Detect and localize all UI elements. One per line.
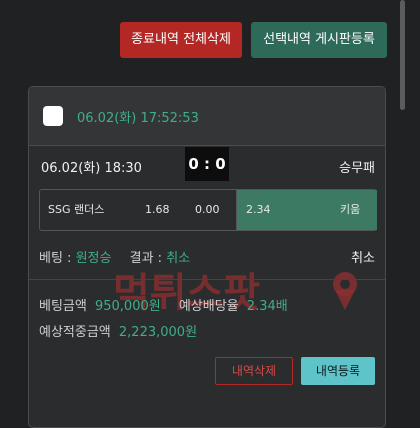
delete-all-finished-button[interactable]: 종료내역 전체삭제 [120,22,242,58]
draw-odds: 0.00 [195,203,220,216]
expected-odds-label: 예상배당율 [178,299,239,314]
bet-value: 원정승 [75,251,112,266]
post-selected-button[interactable]: 선택내역 게시판등록 [251,22,387,58]
status-label: 취소 [351,251,375,266]
bet-label: 베팅 : [39,251,72,266]
register-entry-button[interactable]: 내역등록 [301,357,375,385]
expected-odds-value: 2.34배 [246,299,288,314]
select-checkbox[interactable] [43,106,63,126]
card-header: 06.02(화) 17:52:53 [29,87,385,146]
away-odds: 2.34 [246,203,271,216]
divider [29,279,385,280]
score-box: 0 : 0 [185,147,229,181]
home-odds: 1.68 [145,203,170,216]
expected-win-label: 예상적중금액 [39,325,111,340]
odds-row: SSG 랜더스 1.68 0.00 2.34 키움 [39,189,377,231]
stake-label: 베팅금액 [39,299,87,314]
home-team: SSG 랜더스 [48,203,105,216]
bet-history-card: 06.02(화) 17:52:53 06.02(화) 18:30 0 : 0 승… [28,86,386,428]
expected-win-line: 예상적중금액 2,223,000원 [39,321,197,340]
bet-timestamp: 06.02(화) 17:52:53 [77,111,199,126]
bet-type-label: 승무패 [339,161,375,176]
bet-info-line: 베팅 : 원정승 결과 : 취소 [39,247,190,266]
match-datetime: 06.02(화) 18:30 [41,161,142,176]
expected-win-value: 2,223,000원 [118,325,198,340]
result-value: 취소 [166,251,191,266]
stake-value: 950,000원 [94,299,161,314]
away-team: 키움 [340,203,361,216]
result-label: 결과 : [129,251,163,266]
delete-entry-button[interactable]: 내역삭제 [215,357,293,385]
stake-line: 베팅금액 950,000원 예상배당율 2.34배 [39,295,288,314]
scrollbar[interactable] [400,0,405,110]
